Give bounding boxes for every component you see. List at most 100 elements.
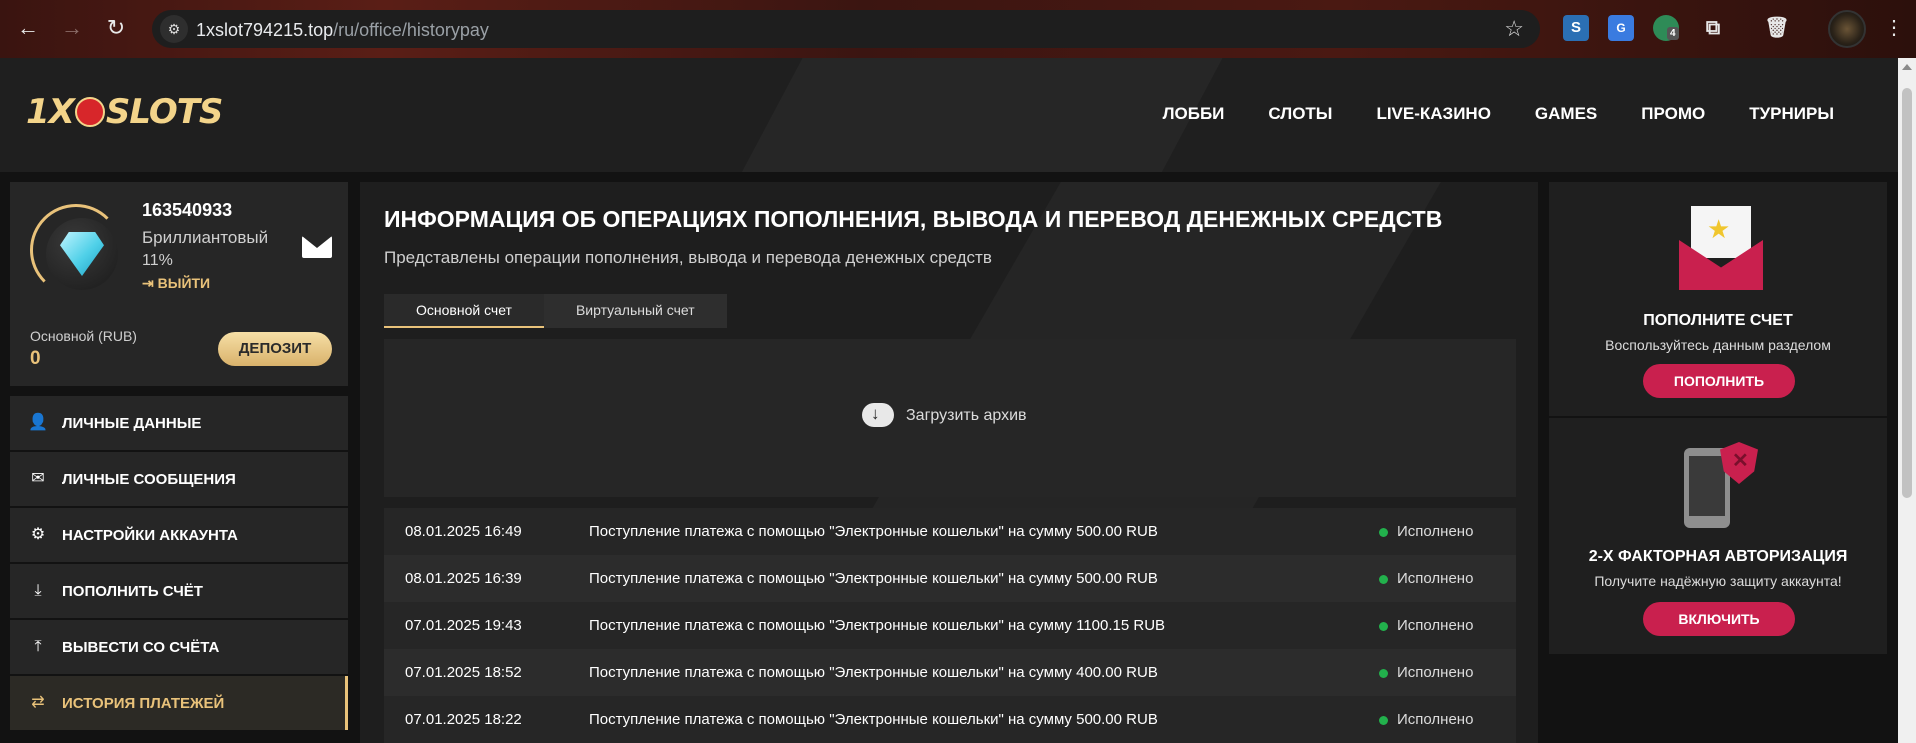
- status-dot-icon: [1379, 575, 1388, 584]
- status-dot-icon: [1379, 716, 1388, 725]
- side-item-label: ИСТОРИЯ ПЛАТЕЖЕЙ: [62, 695, 225, 712]
- page-title: ИНФОРМАЦИЯ ОБ ОПЕРАЦИЯХ ПОПОЛНЕНИЯ, ВЫВО…: [384, 206, 1443, 232]
- level-percent: 11%: [142, 252, 173, 269]
- upload-archive-link[interactable]: Загрузить архив: [906, 407, 1027, 425]
- nav-promo[interactable]: ПРОМО: [1641, 104, 1705, 124]
- history-description: Поступление платежа с помощью "Электронн…: [589, 711, 1158, 728]
- user-id: 163540933: [142, 200, 233, 220]
- main-nav: ЛОББИ СЛОТЫ LIVE-КАЗИНО GAMES ПРОМО ТУРН…: [1163, 104, 1834, 124]
- site-logo[interactable]: 1X SLOTS: [26, 92, 224, 132]
- history-row: 07.01.2025 18:22 Поступление платежа с п…: [384, 696, 1516, 743]
- extensions-puzzle-icon[interactable]: ⧉: [1700, 15, 1726, 41]
- nav-games[interactable]: GAMES: [1535, 104, 1597, 124]
- extension-badge: 4: [1667, 27, 1679, 40]
- page-scrollbar[interactable]: [1898, 58, 1916, 743]
- history-status: Исполнено: [1397, 617, 1474, 634]
- url-text[interactable]: 1xslot794215.top/ru/office/historypay: [196, 20, 489, 41]
- history-status: Исполнено: [1397, 664, 1474, 681]
- side-item-messages[interactable]: ✉ ЛИЧНЫЕ СООБЩЕНИЯ: [10, 452, 348, 507]
- exchange-icon: ⇄: [31, 694, 45, 711]
- browser-toolbar: ← → ↻ ⚙ 1xslot794215.top/ru/office/histo…: [0, 0, 1916, 58]
- user-plus-icon: 👤: [28, 414, 48, 431]
- history-status: Исполнено: [1397, 523, 1474, 540]
- topup-button[interactable]: ПОПОЛНИТЬ: [1643, 364, 1795, 398]
- nav-lobby[interactable]: ЛОББИ: [1163, 104, 1225, 124]
- site-info-icon[interactable]: ⚙: [160, 15, 188, 43]
- extension-shield-icon[interactable]: 4: [1653, 15, 1679, 41]
- status-dot-icon: [1379, 622, 1388, 631]
- deposit-button[interactable]: ДЕПОЗИТ: [218, 332, 332, 366]
- history-row: 08.01.2025 16:49 Поступление платежа с п…: [384, 508, 1516, 555]
- account-side-menu: 👤 ЛИЧНЫЕ ДАННЫЕ ✉ ЛИЧНЫЕ СООБЩЕНИЯ ⚙ НАС…: [10, 396, 348, 732]
- nav-tournaments[interactable]: ТУРНИРЫ: [1749, 104, 1834, 124]
- history-date: 08.01.2025 16:49: [405, 523, 522, 540]
- balance-label: Основной (RUB): [30, 328, 137, 344]
- mail-icon[interactable]: [302, 236, 332, 258]
- tab-virtual-account[interactable]: Виртуальный счет: [543, 294, 727, 328]
- trash-icon[interactable]: 🗑: [1764, 15, 1790, 41]
- profile-card: 163540933 Бриллиантовый 11% ⇥ ВЫЙТИ Осно…: [10, 182, 348, 386]
- cloud-download-icon[interactable]: [862, 403, 894, 427]
- side-item-label: ЛИЧНЫЕ ДАННЫЕ: [62, 415, 202, 432]
- page-subtitle: Представлены операции пополнения, вывода…: [384, 248, 992, 267]
- nav-slots[interactable]: СЛОТЫ: [1268, 104, 1332, 124]
- side-item-settings[interactable]: ⚙ НАСТРОЙКИ АККАУНТА: [10, 508, 348, 563]
- history-row: 08.01.2025 16:39 Поступление платежа с п…: [384, 555, 1516, 602]
- logo-ball-icon: [74, 97, 105, 127]
- history-status: Исполнено: [1397, 570, 1474, 587]
- side-item-withdraw[interactable]: ⤒ ВЫВЕСТИ СО СЧЁТА: [10, 620, 348, 675]
- gears-icon: ⚙: [30, 526, 46, 543]
- side-item-label: ПОПОЛНИТЬ СЧЁТ: [62, 583, 203, 600]
- address-bar[interactable]: ⚙ 1xslot794215.top/ru/office/historypay …: [152, 10, 1540, 48]
- user-level: Бриллиантовый: [142, 228, 269, 247]
- history-row: 07.01.2025 18:52 Поступление платежа с п…: [384, 649, 1516, 696]
- scrollbar-thumb[interactable]: [1902, 88, 1912, 498]
- phone-shield-icon: ✕: [1684, 442, 1760, 530]
- logo-text-right: SLOTS: [105, 92, 224, 132]
- history-date: 07.01.2025 18:52: [405, 664, 522, 681]
- side-item-label: НАСТРОЙКИ АККАУНТА: [62, 527, 238, 544]
- tab-main-account[interactable]: Основной счет: [384, 294, 544, 328]
- extension-s-icon[interactable]: S: [1563, 15, 1589, 41]
- history-description: Поступление платежа с помощью "Электронн…: [589, 523, 1158, 540]
- upload-icon: ⤒: [34, 638, 42, 655]
- twofa-promo-card: ✕ 2-Х ФАКТОРНАЯ АВТОРИЗАЦИЯ Получите над…: [1549, 418, 1887, 654]
- reload-icon[interactable]: ↻: [102, 14, 130, 42]
- download-icon: ⤓: [34, 582, 42, 599]
- side-item-deposit[interactable]: ⤓ ПОПОЛНИТЬ СЧЁТ: [10, 564, 348, 619]
- history-status: Исполнено: [1397, 711, 1474, 728]
- enable-2fa-button[interactable]: ВКЛЮЧИТЬ: [1643, 602, 1795, 636]
- side-item-personal-data[interactable]: 👤 ЛИЧНЫЕ ДАННЫЕ: [10, 396, 348, 451]
- translate-icon[interactable]: G: [1608, 15, 1634, 41]
- twofa-text: Получите надёжную защиту аккаунта!: [1594, 573, 1842, 589]
- forward-icon[interactable]: →: [58, 14, 86, 42]
- topup-text: Воспользуйтесь данным разделом: [1605, 337, 1831, 353]
- nav-live-casino[interactable]: LIVE-КАЗИНО: [1376, 104, 1490, 124]
- envelope-star-icon: ★: [1679, 206, 1763, 290]
- archive-upload-area: Загрузить архив: [384, 339, 1516, 497]
- back-icon[interactable]: ←: [14, 14, 42, 42]
- kebab-menu-icon[interactable]: ⋮: [1880, 14, 1908, 42]
- topup-promo-card: ★ ПОПОЛНИТЕ СЧЕТ Воспользуйтесь данным р…: [1549, 182, 1887, 416]
- bookmark-star-icon[interactable]: ☆: [1504, 16, 1524, 42]
- url-host: 1xslot794215.top: [196, 20, 334, 40]
- logout-link[interactable]: ⇥ ВЫЙТИ: [142, 275, 210, 292]
- side-item-label: ВЫВЕСТИ СО СЧЁТА: [62, 639, 220, 656]
- scroll-up-icon[interactable]: [1902, 64, 1912, 70]
- history-date: 08.01.2025 16:39: [405, 570, 522, 587]
- history-row: 07.01.2025 19:43 Поступление платежа с п…: [384, 602, 1516, 649]
- history-list: 08.01.2025 16:49 Поступление платежа с п…: [384, 508, 1516, 743]
- url-path: /ru/office/historypay: [333, 20, 489, 40]
- history-date: 07.01.2025 19:43: [405, 617, 522, 634]
- profile-avatar[interactable]: [1828, 10, 1866, 48]
- logout-icon: ⇥: [142, 275, 158, 291]
- status-dot-icon: [1379, 528, 1388, 537]
- site-header: 1X SLOTS ЛОББИ СЛОТЫ LIVE-КАЗИНО GAMES ПР…: [0, 58, 1898, 172]
- envelope-icon: ✉: [31, 470, 45, 487]
- logo-text-left: 1X: [26, 92, 75, 132]
- side-item-payment-history[interactable]: ⇄ ИСТОРИЯ ПЛАТЕЖЕЙ: [10, 676, 348, 731]
- history-date: 07.01.2025 18:22: [405, 711, 522, 728]
- account-tabs: Основной счет Виртуальный счет: [384, 294, 727, 328]
- payment-history-panel: ИНФОРМАЦИЯ ОБ ОПЕРАЦИЯХ ПОПОЛНЕНИЯ, ВЫВО…: [360, 182, 1538, 743]
- side-item-label: ЛИЧНЫЕ СООБЩЕНИЯ: [62, 471, 236, 488]
